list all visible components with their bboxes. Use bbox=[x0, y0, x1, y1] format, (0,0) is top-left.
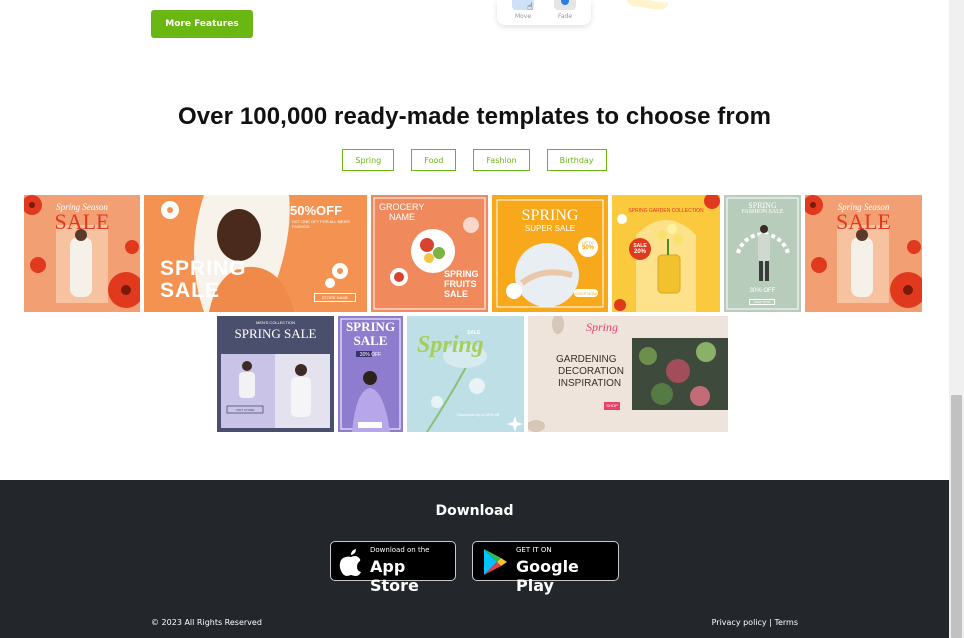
template-tile-mens-collection[interactable]: MEN'S COLLECTION SPRING SALE VISIT STORE bbox=[217, 316, 334, 432]
decorative-shape bbox=[625, 0, 669, 11]
google-play-small-text: GET IT ON bbox=[516, 546, 552, 554]
privacy-policy-link[interactable]: Privacy policy bbox=[712, 618, 767, 627]
fade-tool: Fade bbox=[547, 0, 583, 25]
template-tile-spring-season-sale-2[interactable]: Spring Season SALE bbox=[805, 195, 922, 312]
app-store-button[interactable]: Download on the App Store bbox=[330, 541, 456, 595]
tile-text: GARDENING bbox=[556, 354, 617, 365]
tile-text: VISIT STORE bbox=[235, 408, 255, 412]
tile-text: INSPIRATION bbox=[558, 378, 622, 389]
template-tile-spring-fashion[interactable]: SPRING FASHION SALE 30% OFF SHOP NOW bbox=[724, 195, 801, 312]
tag-fashion[interactable]: Fashion bbox=[473, 149, 530, 171]
page: More Features ☝ Move Fade Over 100,000 r… bbox=[0, 0, 949, 638]
templates-title: Over 100,000 ready-made templates to cho… bbox=[177, 103, 772, 130]
move-tool: ☝ Move bbox=[505, 0, 541, 25]
tile-text: SHOP NOW bbox=[749, 299, 775, 305]
tile-text: GET ONE OFF FOR ALL MEN'S FASHION bbox=[292, 219, 350, 229]
tile-text: SHOP NOW bbox=[574, 291, 598, 296]
site-footer: Download Download on the App Store GET I… bbox=[0, 480, 949, 638]
app-store-big-text: App Store bbox=[370, 557, 419, 595]
tile-text: SHOP bbox=[606, 403, 618, 408]
tag-food[interactable]: Food bbox=[411, 149, 457, 171]
fade-tool-label: Fade bbox=[557, 13, 573, 20]
template-tags: Spring Food Fashion Birthday bbox=[0, 149, 949, 171]
tile-text: 50%OFF bbox=[290, 203, 343, 218]
tile-text: SALE bbox=[353, 333, 388, 348]
download-title: Download bbox=[435, 503, 514, 519]
tile-text: SUPER SALE bbox=[524, 224, 576, 233]
terms-link[interactable]: Terms bbox=[774, 618, 798, 627]
tile-text: SPRING bbox=[160, 257, 247, 280]
tile-text: SPRING bbox=[444, 269, 479, 279]
tile-text: NAME bbox=[389, 212, 416, 222]
template-tile-gardening-decoration[interactable]: Spring GARDENING DECORATION INSPIRATION … bbox=[528, 316, 728, 432]
template-tile-spring-sale-purple[interactable]: SPRING SALE 30% OFF bbox=[338, 316, 403, 432]
tile-text: FASHION SALE bbox=[741, 209, 784, 215]
hand-cursor-icon: ☝ bbox=[527, 2, 534, 13]
more-features-button[interactable]: More Features bbox=[151, 10, 253, 38]
tile-text: Spring bbox=[417, 332, 484, 358]
tile-text: SPRING SALE bbox=[234, 326, 317, 341]
tile-text: GROCERY bbox=[379, 202, 425, 212]
tile-text: SPRING GARDEN COLLECTION bbox=[628, 208, 704, 214]
copyright-text: © 2023 All Rights Reserved bbox=[151, 618, 262, 627]
tile-text: 50% bbox=[581, 245, 594, 251]
tag-spring[interactable]: Spring bbox=[342, 149, 395, 171]
template-tile-spring-sale-banner[interactable]: 50%OFF GET ONE OFF FOR ALL MEN'S FASHION… bbox=[144, 195, 367, 312]
template-tile-spring-garden[interactable]: SPRING GARDEN COLLECTION SALE 20% bbox=[612, 195, 720, 312]
tile-text: 20% bbox=[633, 249, 646, 255]
google-play-icon bbox=[484, 549, 507, 575]
tag-birthday[interactable]: Birthday bbox=[546, 149, 607, 171]
google-play-big-text: Google Play bbox=[516, 557, 579, 595]
google-play-button[interactable]: GET IT ON Google Play bbox=[472, 541, 619, 595]
tile-text: DECORATION bbox=[558, 366, 624, 377]
tile-text: Spring bbox=[586, 320, 619, 334]
tile-text: 30% OFF bbox=[749, 288, 776, 294]
editor-toolbar-preview: ☝ Move Fade bbox=[497, 0, 591, 25]
page-scrollbar[interactable] bbox=[949, 0, 964, 638]
template-tile-spring-super-sale[interactable]: SPRING SUPER SALE UP TO 50% SHOP NOW bbox=[492, 195, 608, 312]
apple-icon bbox=[339, 549, 361, 576]
tile-text: 30% OFF bbox=[359, 352, 382, 358]
tile-text: MEN'S COLLECTION bbox=[256, 320, 295, 325]
template-tile-spring-season-sale[interactable]: Spring Season SALE bbox=[24, 195, 140, 312]
tile-text: FRUITS bbox=[444, 279, 477, 289]
template-tile-spring-blue[interactable]: SALE Spring Discounts up to 40% off bbox=[407, 316, 524, 432]
tile-text: SALE bbox=[444, 289, 469, 299]
footer-links: Privacy policy | Terms bbox=[680, 618, 798, 627]
move-tool-label: Move bbox=[514, 13, 532, 20]
template-tile-grocery-fruits[interactable]: GROCERY NAME SPRING FRUITS SALE bbox=[371, 195, 488, 312]
tile-text: SALE bbox=[54, 209, 110, 234]
tile-text: SALE bbox=[160, 279, 221, 302]
tile-text: SPRING bbox=[521, 207, 579, 224]
scrollbar-thumb[interactable] bbox=[951, 395, 962, 638]
tile-text: Discounts up to 40% off bbox=[457, 412, 500, 417]
tile-text: STORE NAME bbox=[314, 293, 356, 302]
tile-text: SALE bbox=[836, 209, 891, 234]
app-store-small-text: Download on the bbox=[370, 546, 430, 554]
